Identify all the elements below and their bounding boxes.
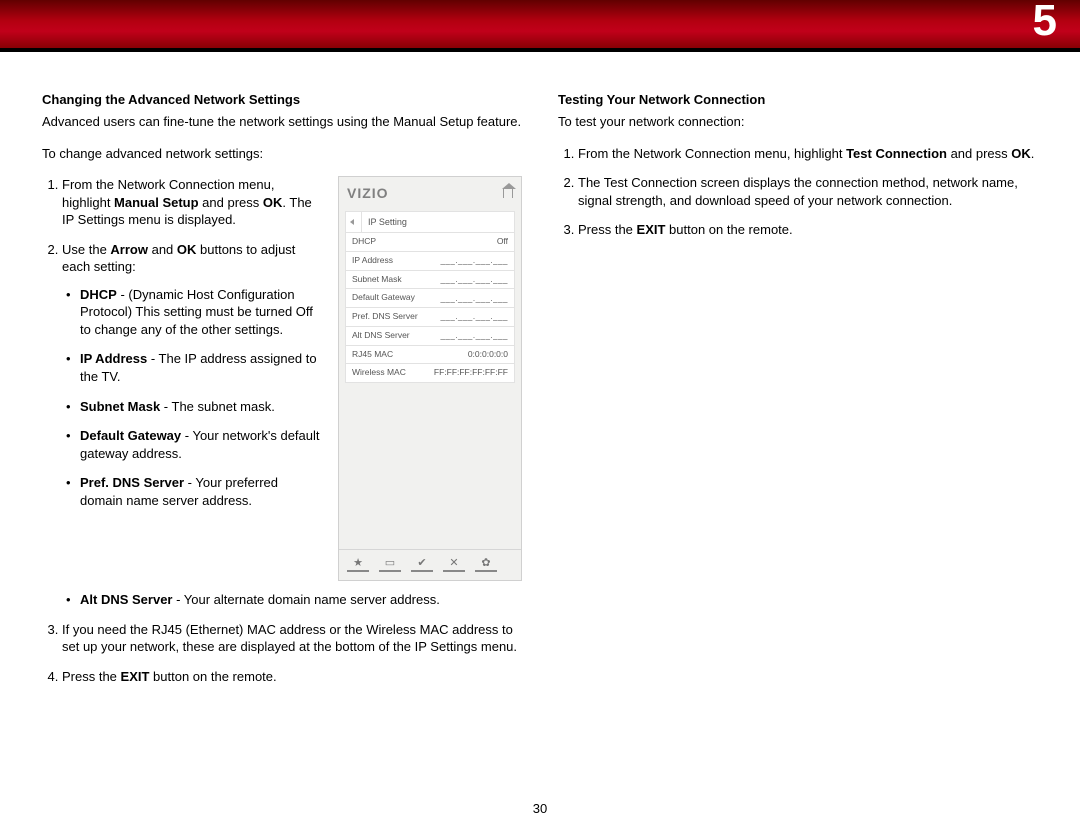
star-icon: ★ bbox=[347, 556, 369, 572]
home-icon bbox=[503, 188, 513, 198]
chapter-number: 5 bbox=[1033, 0, 1058, 46]
row-dhcp: DHCPOff bbox=[346, 232, 514, 251]
right-intro: To test your network connection: bbox=[558, 113, 1038, 131]
tv-icon: ▭ bbox=[379, 556, 401, 572]
right-heading: Testing Your Network Connection bbox=[558, 92, 1038, 107]
right-step-1: From the Network Connection menu, highli… bbox=[578, 145, 1038, 163]
page-number: 30 bbox=[0, 801, 1080, 816]
left-steps: From the Network Connection menu, highli… bbox=[42, 176, 320, 509]
left-column: Changing the Advanced Network Settings A… bbox=[42, 92, 522, 699]
row-alt-dns: Alt DNS Server___.___.___.___ bbox=[346, 326, 514, 345]
left-step-4: Press the EXIT button on the remote. bbox=[62, 668, 522, 686]
left-step-2: Use the Arrow and OK buttons to adjust e… bbox=[62, 241, 320, 510]
gear-icon: ✿ bbox=[475, 556, 497, 572]
row-gateway: Default Gateway___.___.___.___ bbox=[346, 288, 514, 307]
right-step-2: The Test Connection screen displays the … bbox=[578, 174, 1038, 209]
row-subnet: Subnet Mask___.___.___.___ bbox=[346, 270, 514, 289]
left-step-1: From the Network Connection menu, highli… bbox=[62, 176, 320, 229]
v-icon: ✔ bbox=[411, 556, 433, 572]
row-pref-dns: Pref. DNS Server___.___.___.___ bbox=[346, 307, 514, 326]
page-body: Changing the Advanced Network Settings A… bbox=[0, 52, 1080, 699]
panel-bottom-icons: ★ ▭ ✔ ✕ ✿ bbox=[339, 549, 521, 580]
right-steps: From the Network Connection menu, highli… bbox=[558, 145, 1038, 239]
right-column: Testing Your Network Connection To test … bbox=[558, 92, 1038, 699]
chapter-banner: 5 bbox=[0, 0, 1080, 52]
ip-settings-panel: VIZIO IP Setting DHCPOff IP Address___._… bbox=[338, 176, 522, 581]
row-rj45: RJ45 MAC0:0:0:0:0:0 bbox=[346, 345, 514, 364]
x-icon: ✕ bbox=[443, 556, 465, 572]
left-steps-cont: If you need the RJ45 (Ethernet) MAC addr… bbox=[42, 621, 522, 686]
left-heading: Changing the Advanced Network Settings bbox=[42, 92, 522, 107]
left-step2-continued: Alt DNS Server - Your alternate domain n… bbox=[42, 591, 522, 609]
left-step-3: If you need the RJ45 (Ethernet) MAC addr… bbox=[62, 621, 522, 656]
left-lead: To change advanced network settings: bbox=[42, 145, 522, 163]
row-ip: IP Address___.___.___.___ bbox=[346, 251, 514, 270]
left-intro: Advanced users can fine-tune the network… bbox=[42, 113, 522, 131]
vizio-logo: VIZIO bbox=[347, 185, 389, 201]
row-wireless-mac: Wireless MACFF:FF:FF:FF:FF:FF bbox=[346, 363, 514, 382]
right-step-3: Press the EXIT button on the remote. bbox=[578, 221, 1038, 239]
back-icon bbox=[346, 212, 362, 232]
ip-panel-title: IP Setting bbox=[362, 212, 514, 232]
